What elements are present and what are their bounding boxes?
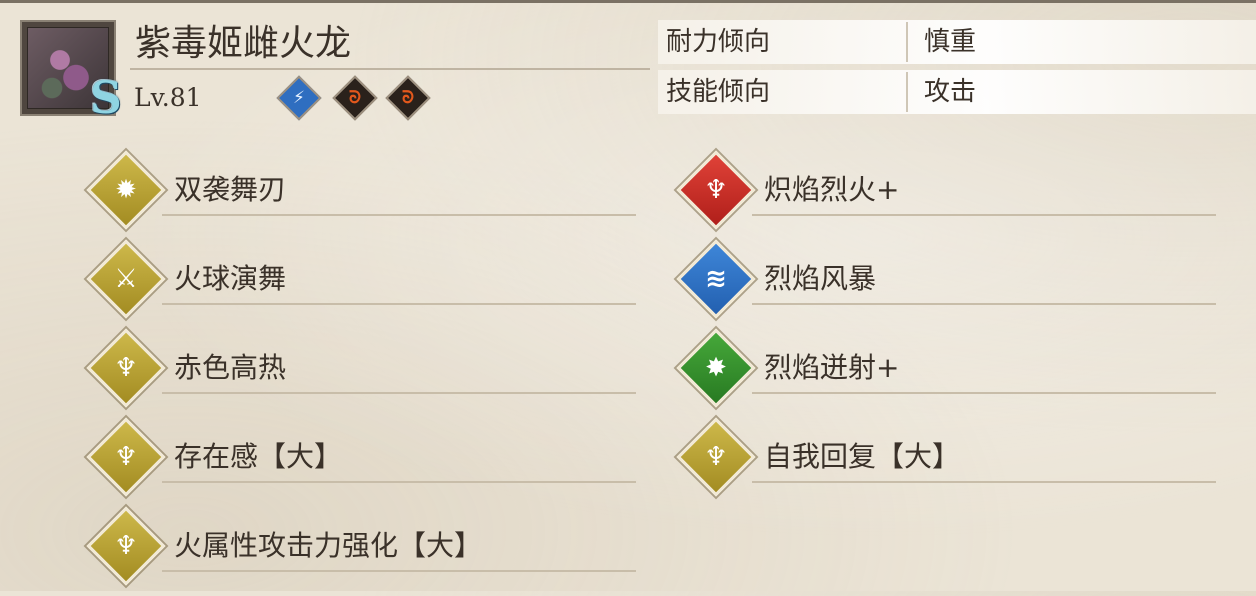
skill-name: 火球演舞 <box>174 262 287 295</box>
skill-item[interactable]: ♆ 赤色高热 <box>86 328 636 408</box>
skill-divider <box>752 214 1216 216</box>
skill-item[interactable]: ⚔ 火球演舞 <box>86 239 636 319</box>
power-up-icon: ♆ <box>86 328 166 408</box>
skill-divider <box>162 481 636 483</box>
skill-item[interactable]: ♆ 自我回复【大】 <box>676 417 1216 497</box>
skill-divider <box>162 570 636 572</box>
row-separator <box>906 22 908 62</box>
skill-item[interactable]: ♆ 火属性攻击力强化【大】 <box>86 506 636 586</box>
power-up-icon: ♆ <box>86 506 166 586</box>
skill-name: 炽焰烈火+ <box>764 173 900 206</box>
skill-name: 存在感【大】 <box>174 440 343 473</box>
skill-name: 火属性攻击力强化【大】 <box>174 529 483 562</box>
skill-name: 烈焰迸射+ <box>764 351 900 384</box>
skill-divider <box>752 481 1216 483</box>
skill-item[interactable]: ✸ 烈焰迸射+ <box>676 328 1216 408</box>
skill-item[interactable]: ✹ 双袭舞刃 <box>86 150 636 230</box>
skill-name: 双袭舞刃 <box>174 173 287 206</box>
skill-name: 赤色高热 <box>174 351 287 384</box>
stamina-tendency-row: 耐力倾向 慎重 <box>658 20 1256 64</box>
dash-icon: ≋ <box>676 239 756 319</box>
monster-level: Lv.81 <box>134 83 202 112</box>
skill-divider <box>162 214 636 216</box>
fire-element-icon: ᘐ <box>332 75 378 121</box>
skill-item[interactable]: ≋ 烈焰风暴 <box>676 239 1216 319</box>
skill-divider <box>752 303 1216 305</box>
rank-badge: S <box>90 73 122 124</box>
stamina-tendency-value: 慎重 <box>924 27 977 57</box>
skill-divider <box>752 392 1216 394</box>
power-up-icon: ♆ <box>676 417 756 497</box>
claw-slash-icon: ⚔ <box>86 239 166 319</box>
fire-element-icon: ᘐ <box>385 75 431 121</box>
name-divider <box>130 68 650 70</box>
row-separator <box>906 72 908 112</box>
skill-name: 烈焰风暴 <box>764 262 877 295</box>
power-up-icon: ♆ <box>676 150 756 230</box>
skill-tendency-label: 技能倾向 <box>666 77 771 107</box>
top-border <box>0 0 1256 3</box>
skill-divider <box>162 303 636 305</box>
skill-name: 自我回复【大】 <box>764 440 961 473</box>
wind-element-icon: ⚡ <box>276 75 322 121</box>
monster-name: 紫毒姬雌火龙 <box>135 23 352 64</box>
skill-item[interactable]: ♆ 炽焰烈火+ <box>676 150 1216 230</box>
power-up-icon: ♆ <box>86 417 166 497</box>
skill-tendency-row: 技能倾向 攻击 <box>658 70 1256 114</box>
stamina-tendency-label: 耐力倾向 <box>666 27 771 57</box>
sun-burst-icon: ✹ <box>86 150 166 230</box>
skill-divider <box>162 392 636 394</box>
burst-icon: ✸ <box>676 328 756 408</box>
skill-item[interactable]: ♆ 存在感【大】 <box>86 417 636 497</box>
skill-tendency-value: 攻击 <box>924 77 977 107</box>
